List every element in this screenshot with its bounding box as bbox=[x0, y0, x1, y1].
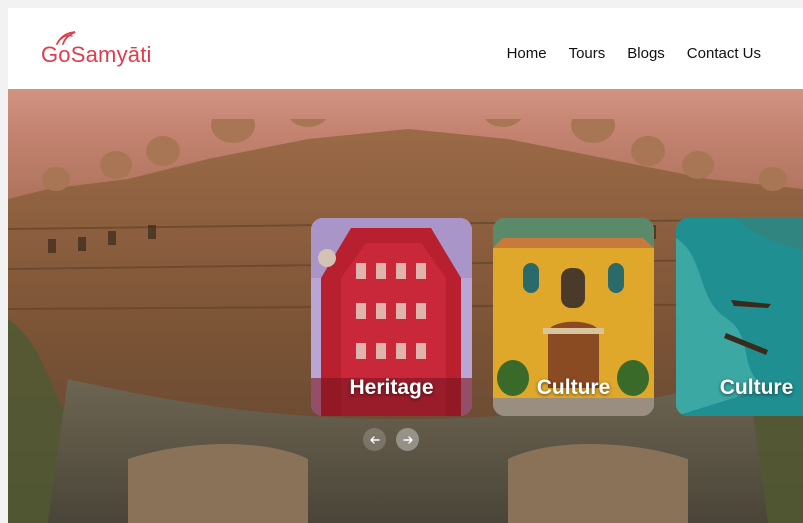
brand-name: GoSamyāti bbox=[41, 42, 152, 67]
heritage-card-label: Heritage bbox=[349, 376, 434, 399]
nav-tours[interactable]: Tours bbox=[569, 45, 606, 63]
main-nav: Home Tours Blogs Contact Us bbox=[507, 45, 761, 63]
arrow-right-icon bbox=[402, 435, 413, 444]
category-card-heritage[interactable]: Heritage bbox=[311, 218, 472, 416]
brand-logo[interactable]: GoSamyāti bbox=[41, 30, 152, 70]
hero-banner: Heritage Culture Culture bbox=[8, 89, 803, 523]
nav-home[interactable]: Home bbox=[507, 45, 547, 63]
page-frame: GoSamyāti Home Tours Blogs Contact Us He… bbox=[8, 8, 803, 523]
carousel-next-button[interactable] bbox=[396, 428, 419, 451]
nav-blogs[interactable]: Blogs bbox=[627, 45, 665, 63]
culture-card-2-label: Culture bbox=[719, 376, 794, 399]
carousel-prev-button[interactable] bbox=[363, 428, 386, 451]
category-card-culture-2[interactable]: Culture bbox=[676, 218, 803, 416]
category-card-culture[interactable]: Culture bbox=[493, 218, 654, 416]
logo-bird-icon bbox=[56, 31, 76, 45]
culture-card-label: Culture bbox=[536, 376, 611, 399]
navbar: GoSamyāti Home Tours Blogs Contact Us bbox=[8, 8, 803, 89]
nav-contact-us[interactable]: Contact Us bbox=[687, 45, 761, 63]
arrow-left-icon bbox=[369, 435, 380, 444]
